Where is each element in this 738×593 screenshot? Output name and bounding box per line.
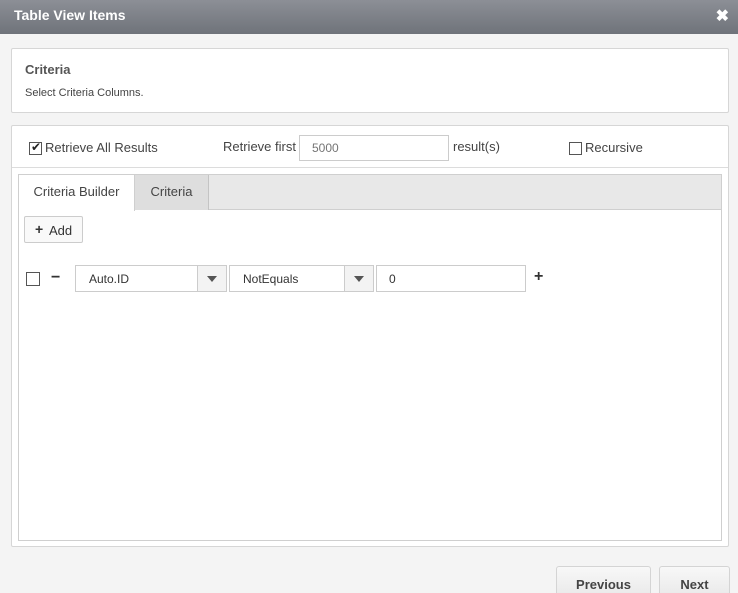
tab-criteria-builder[interactable]: Criteria Builder bbox=[19, 175, 135, 211]
recursive-label: Recursive bbox=[585, 140, 643, 155]
chevron-down-icon bbox=[197, 266, 226, 291]
next-button[interactable]: Next bbox=[659, 566, 730, 593]
field-select[interactable]: Auto.ID bbox=[75, 265, 227, 292]
retrieve-options-bar: Retrieve All Results Retrieve first resu… bbox=[12, 126, 728, 168]
retrieve-all-checkbox[interactable] bbox=[29, 140, 42, 155]
results-suffix-label: result(s) bbox=[453, 139, 500, 154]
criteria-main-panel: Retrieve All Results Retrieve first resu… bbox=[11, 125, 729, 547]
tab-bar: Criteria Builder Criteria bbox=[19, 175, 721, 211]
retrieve-first-label: Retrieve first bbox=[223, 139, 296, 154]
criteria-tabs: Criteria Builder Criteria + Add − Auto.I… bbox=[18, 174, 722, 541]
recursive-checkbox[interactable] bbox=[569, 142, 582, 155]
criteria-description: Select Criteria Columns. bbox=[25, 87, 144, 99]
retrieve-first-input[interactable] bbox=[299, 135, 449, 161]
criteria-value-input[interactable] bbox=[376, 265, 526, 292]
operator-select[interactable]: NotEquals bbox=[229, 265, 374, 292]
add-row-icon[interactable]: + bbox=[534, 268, 543, 286]
operator-select-value: NotEquals bbox=[243, 272, 299, 286]
previous-button[interactable]: Previous bbox=[556, 566, 651, 593]
remove-row-icon[interactable]: − bbox=[51, 269, 60, 287]
add-button-label: Add bbox=[49, 223, 73, 238]
close-icon[interactable]: ✖ bbox=[716, 6, 729, 26]
criteria-row-checkbox[interactable] bbox=[26, 272, 40, 286]
window-title: Table View Items bbox=[14, 7, 126, 23]
chevron-down-icon bbox=[344, 266, 373, 291]
add-criteria-button[interactable]: + Add bbox=[24, 216, 83, 243]
retrieve-all-label: Retrieve All Results bbox=[45, 140, 158, 155]
plus-icon: + bbox=[35, 221, 44, 237]
criteria-heading: Criteria bbox=[25, 62, 71, 77]
title-bar: Table View Items ✖ bbox=[0, 0, 738, 34]
field-select-value: Auto.ID bbox=[89, 272, 130, 286]
tab-criteria[interactable]: Criteria bbox=[135, 175, 209, 210]
criteria-info-panel: Criteria Select Criteria Columns. bbox=[11, 48, 729, 113]
